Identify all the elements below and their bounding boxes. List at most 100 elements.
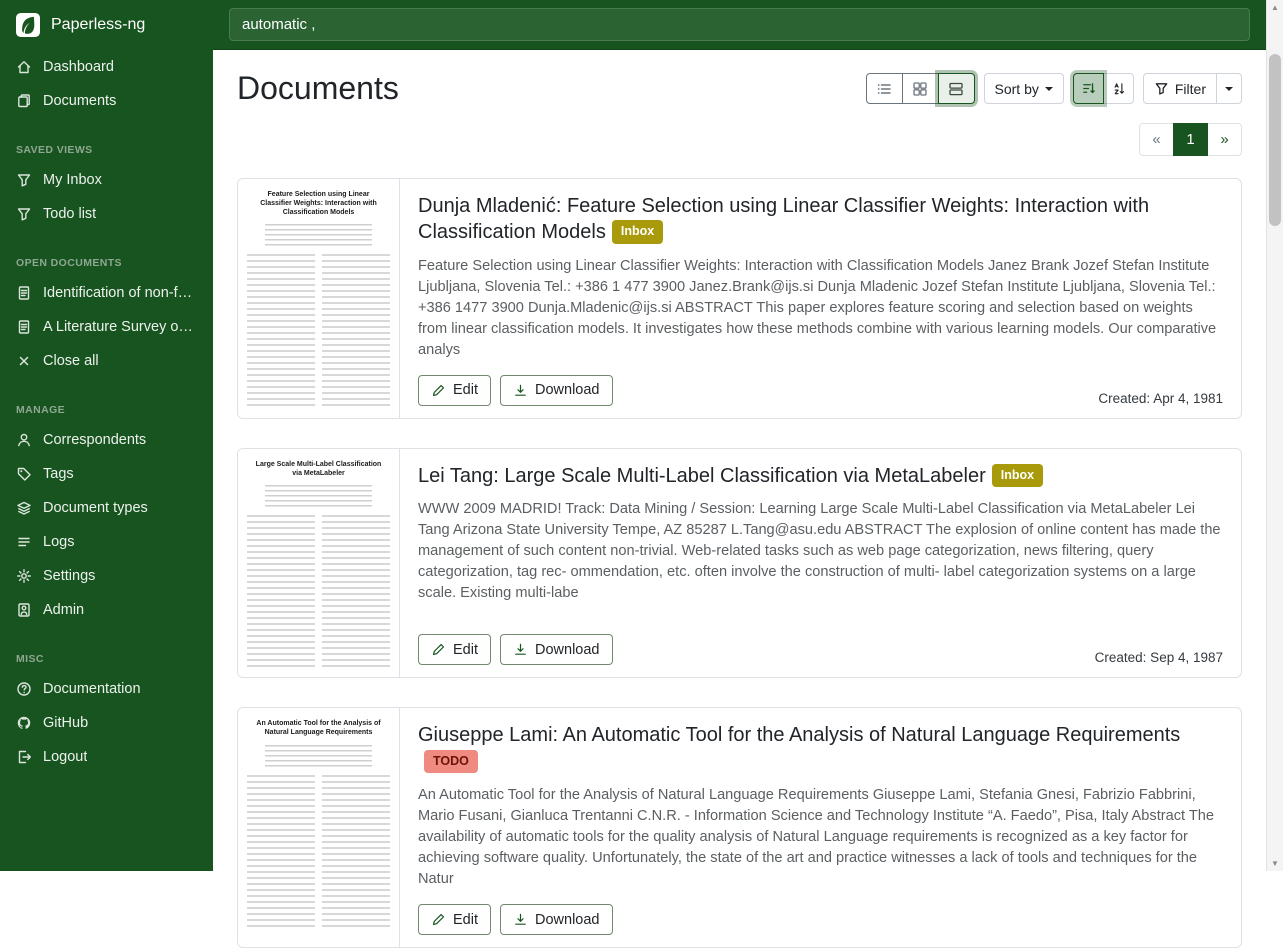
document-thumbnail[interactable]: Large Scale Multi-Label Classification v… — [238, 449, 400, 678]
edit-button[interactable]: Edit — [418, 904, 491, 935]
sidebar-item-logs[interactable]: Logs — [0, 525, 213, 559]
sidebar-item-open-document-1[interactable]: Identification of non-fu… — [0, 276, 213, 310]
funnel-icon — [16, 206, 32, 222]
github-icon — [16, 715, 32, 731]
pagination: « 1 » — [237, 123, 1242, 156]
tag-badge[interactable]: Inbox — [612, 220, 663, 244]
download-button[interactable]: Download — [500, 375, 613, 406]
sort-alphabetical-button[interactable] — [1103, 73, 1134, 104]
sidebar-item-document-types[interactable]: Document types — [0, 491, 213, 525]
file-text-icon — [16, 285, 32, 301]
thumbnail-text-columns — [247, 775, 390, 927]
document-title-text: Dunja Mladenić: Feature Selection using … — [418, 195, 1149, 243]
global-search-input[interactable] — [229, 8, 1250, 41]
document-title[interactable]: Dunja Mladenić: Feature Selection using … — [418, 193, 1223, 246]
document-card: Feature Selection using Linear Classifie… — [237, 178, 1242, 419]
vertical-scrollbar[interactable]: ▲ ▼ — [1266, 0, 1283, 871]
topbar — [213, 0, 1266, 50]
sidebar: Paperless-ng Dashboard Documents SAVED V… — [0, 0, 213, 871]
sidebar-item-label: Logs — [43, 534, 74, 550]
thumbnail-text-lines — [265, 224, 372, 246]
document-title[interactable]: Lei Tang: Large Scale Multi-Label Classi… — [418, 463, 1223, 489]
tag-badge[interactable]: TODO — [424, 750, 478, 774]
sidebar-item-correspondents[interactable]: Correspondents — [0, 423, 213, 457]
document-title-text: Giuseppe Lami: An Automatic Tool for the… — [418, 724, 1180, 746]
document-excerpt: WWW 2009 MADRID! Track: Data Mining / Se… — [418, 499, 1223, 604]
filter-dropdown-toggle[interactable] — [1216, 73, 1242, 104]
sort-descending-button[interactable] — [1073, 73, 1104, 104]
sidebar-item-admin[interactable]: Admin — [0, 593, 213, 627]
pagination-page-1-button[interactable]: 1 — [1173, 123, 1208, 156]
detail-view-button[interactable] — [938, 73, 975, 104]
app-logo[interactable]: Paperless-ng — [0, 0, 213, 50]
sidebar-item-label: GitHub — [43, 715, 88, 731]
pagination-next-button[interactable]: » — [1207, 123, 1242, 156]
document-card-body: Dunja Mladenić: Feature Selection using … — [400, 179, 1241, 418]
sort-by-dropdown[interactable]: Sort by — [984, 73, 1064, 104]
person-badge-icon — [16, 602, 32, 618]
document-actions: Edit Download — [418, 904, 613, 935]
sidebar-item-settings[interactable]: Settings — [0, 559, 213, 593]
scrollbar-thumb[interactable] — [1269, 54, 1281, 226]
sidebar-section-saved-views: SAVED VIEWS — [16, 144, 197, 156]
list-view-button[interactable] — [866, 73, 903, 104]
sidebar-section-manage: MANAGE — [16, 404, 197, 416]
sidebar-item-documentation[interactable]: Documentation — [0, 672, 213, 706]
sidebar-section-misc: MISC — [16, 653, 197, 665]
thumbnail-title: Feature Selection using Linear Classifie… — [251, 191, 386, 217]
sidebar-item-github[interactable]: GitHub — [0, 706, 213, 740]
pagination-previous-button[interactable]: « — [1139, 123, 1174, 156]
caret-down-icon — [1045, 87, 1053, 91]
download-label: Download — [535, 642, 600, 658]
logout-icon — [16, 749, 32, 765]
document-card-body: Giuseppe Lami: An Automatic Tool for the… — [400, 708, 1241, 947]
page-header: Documents Sort by — [237, 70, 1242, 107]
files-icon — [16, 93, 32, 109]
app-title: Paperless-ng — [51, 16, 145, 34]
sidebar-item-logout[interactable]: Logout — [0, 740, 213, 774]
document-card-footer: Edit Download Created: Apr 4, 1981 — [418, 375, 1223, 406]
sidebar-item-dashboard[interactable]: Dashboard — [0, 50, 213, 84]
scroll-down-arrow-icon[interactable]: ▼ — [1267, 856, 1283, 871]
document-thumbnail[interactable]: Feature Selection using Linear Classifie… — [238, 179, 400, 418]
sidebar-item-label: My Inbox — [43, 172, 102, 188]
document-thumbnail[interactable]: An Automatic Tool for the Analysis of Na… — [238, 708, 400, 947]
filter-funnel-icon — [1154, 81, 1169, 96]
document-actions: Edit Download — [418, 634, 613, 665]
caret-down-icon — [1225, 87, 1233, 91]
sidebar-item-todo-list[interactable]: Todo list — [0, 197, 213, 231]
documents-toolbar: Sort by Filter — [866, 73, 1242, 104]
sidebar-item-close-all[interactable]: Close all — [0, 344, 213, 378]
sidebar-item-documents[interactable]: Documents — [0, 84, 213, 118]
sort-direction-group — [1073, 73, 1134, 104]
document-card-footer: Edit Download Created: Sep 4, 1987 — [418, 634, 1223, 665]
sidebar-item-tags[interactable]: Tags — [0, 457, 213, 491]
edit-label: Edit — [453, 642, 478, 658]
paperless-leaf-icon — [16, 13, 40, 37]
tag-badge[interactable]: Inbox — [992, 464, 1043, 488]
scroll-up-arrow-icon[interactable]: ▲ — [1267, 0, 1283, 15]
thumbnail-title: Large Scale Multi-Label Classification v… — [251, 461, 386, 479]
sidebar-item-label: Documentation — [43, 681, 141, 697]
funnel-icon — [16, 172, 32, 188]
sidebar-item-open-document-2[interactable]: A Literature Survey on … — [0, 310, 213, 344]
grid-view-button[interactable] — [902, 73, 939, 104]
sidebar-item-label: Document types — [43, 500, 148, 516]
document-card-footer: Edit Download — [418, 904, 1223, 935]
document-title[interactable]: Giuseppe Lami: An Automatic Tool for the… — [418, 722, 1223, 775]
sort-by-label: Sort by — [995, 81, 1039, 97]
sidebar-item-label: Dashboard — [43, 59, 114, 75]
pencil-icon — [431, 642, 446, 657]
stack-icon — [16, 500, 32, 516]
edit-button[interactable]: Edit — [418, 375, 491, 406]
document-excerpt: Feature Selection using Linear Classifie… — [418, 256, 1223, 361]
document-excerpt: An Automatic Tool for the Analysis of Na… — [418, 785, 1223, 890]
document-title-text: Lei Tang: Large Scale Multi-Label Classi… — [418, 465, 986, 487]
document-card: Large Scale Multi-Label Classification v… — [237, 448, 1242, 679]
x-icon — [16, 353, 32, 369]
sidebar-item-my-inbox[interactable]: My Inbox — [0, 163, 213, 197]
edit-button[interactable]: Edit — [418, 634, 491, 665]
download-button[interactable]: Download — [500, 904, 613, 935]
download-button[interactable]: Download — [500, 634, 613, 665]
filter-button[interactable]: Filter — [1143, 73, 1217, 104]
